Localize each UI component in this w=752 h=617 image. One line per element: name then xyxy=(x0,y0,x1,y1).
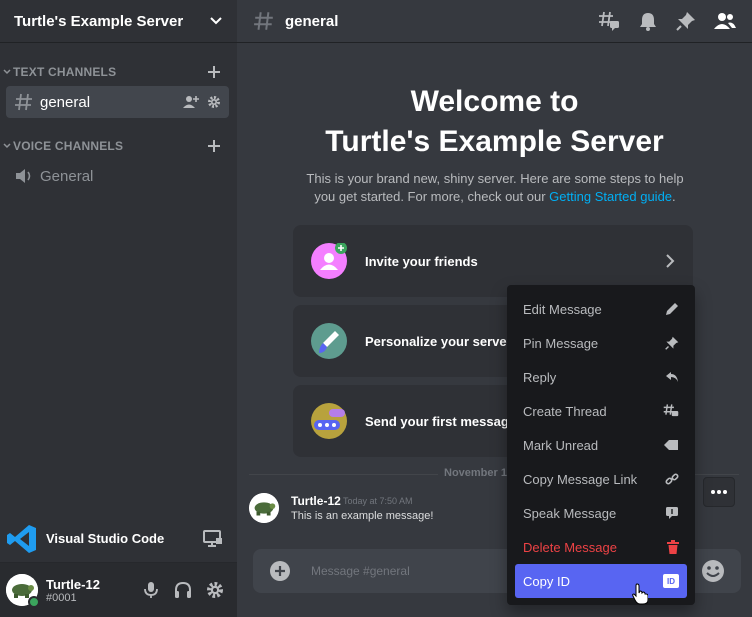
menu-item-label: Delete Message xyxy=(523,539,617,555)
menu-item-create-thread[interactable]: Create Thread xyxy=(515,394,687,428)
vscode-logo-icon xyxy=(6,523,38,555)
deafen-button[interactable] xyxy=(167,574,199,606)
pin-icon xyxy=(665,336,679,350)
menu-item-label: Edit Message xyxy=(523,301,602,317)
message-content: This is an example message! xyxy=(291,510,434,522)
chevron-down-icon xyxy=(3,142,11,150)
channel-name: General xyxy=(40,167,94,185)
sidebar-item-general[interactable]: general xyxy=(6,86,229,118)
menu-item-label: Reply xyxy=(523,369,557,385)
card-label: Invite your friends xyxy=(365,253,478,269)
welcome-desc-end: . xyxy=(672,189,676,204)
pencil-icon xyxy=(665,302,679,316)
link-icon xyxy=(665,472,679,486)
microphone-icon xyxy=(144,581,158,599)
chevron-down-icon xyxy=(3,68,11,76)
add-channel-icon[interactable] xyxy=(207,139,221,153)
pin-icon[interactable] xyxy=(676,11,696,31)
server-name: Turtle's Example Server xyxy=(14,12,184,30)
gear-icon xyxy=(206,581,224,599)
activity-app-name: Visual Studio Code xyxy=(46,531,165,546)
menu-item-mark-unread[interactable]: Mark Unread xyxy=(515,428,687,462)
trash-icon xyxy=(667,540,679,554)
menu-item-copy-id[interactable]: Copy ID ID xyxy=(515,564,687,598)
invite-friends-icon xyxy=(311,243,347,279)
menu-item-edit-message[interactable]: Edit Message xyxy=(515,292,687,326)
avatar[interactable] xyxy=(249,493,279,523)
more-options-button[interactable] xyxy=(703,477,735,507)
date-divider-label: November 1 xyxy=(438,467,513,479)
menu-item-label: Copy Message Link xyxy=(523,471,638,487)
menu-item-delete-message[interactable]: Delete Message xyxy=(515,530,687,564)
menu-item-reply[interactable]: Reply xyxy=(515,360,687,394)
hashtag-icon xyxy=(14,92,34,112)
menu-item-label: Pin Message xyxy=(523,335,599,351)
mark-unread-icon xyxy=(663,439,679,451)
threads-icon[interactable] xyxy=(598,11,620,31)
speak-icon xyxy=(665,506,679,520)
menu-item-label: Create Thread xyxy=(523,403,607,419)
menu-item-speak-message[interactable]: Speak Message xyxy=(515,496,687,530)
channel-name: general xyxy=(40,93,91,111)
menu-item-label: Mark Unread xyxy=(523,437,599,453)
voice-channels-label: VOICE CHANNELS xyxy=(13,139,124,153)
bell-icon[interactable] xyxy=(638,11,658,31)
hand-cursor-icon xyxy=(632,583,648,605)
create-invite-icon[interactable] xyxy=(183,95,199,109)
channel-header: general xyxy=(237,0,752,43)
menu-item-copy-message-link[interactable]: Copy Message Link xyxy=(515,462,687,496)
member-list-icon[interactable] xyxy=(714,11,736,31)
text-channels-label: TEXT CHANNELS xyxy=(13,65,117,79)
speaker-icon xyxy=(14,167,34,185)
id-icon: ID xyxy=(663,574,679,588)
channel-title: general xyxy=(285,12,339,30)
chevron-down-icon xyxy=(209,16,223,26)
ellipsis-icon xyxy=(711,490,727,494)
welcome-title-line2: Turtle's Example Server xyxy=(325,125,664,158)
gear-icon[interactable] xyxy=(207,95,221,109)
user-panel: Turtle-12 #0001 xyxy=(0,563,237,617)
reply-icon xyxy=(665,371,679,383)
menu-item-label: Speak Message xyxy=(523,505,617,521)
chevron-right-icon xyxy=(665,254,675,268)
status-online-indicator xyxy=(28,596,40,608)
text-channels-category[interactable]: TEXT CHANNELS xyxy=(0,62,237,82)
mute-button[interactable] xyxy=(135,574,167,606)
voice-channels-category[interactable]: VOICE CHANNELS xyxy=(0,136,237,156)
sidebar-item-voice-general[interactable]: General xyxy=(6,160,229,192)
hashtag-icon xyxy=(253,10,275,32)
welcome-description: This is your brand new, shiny server. He… xyxy=(300,170,690,206)
screen-share-icon[interactable] xyxy=(203,529,223,548)
thread-icon xyxy=(663,403,679,419)
avatar[interactable] xyxy=(6,574,40,608)
add-attachment-icon[interactable] xyxy=(269,560,291,582)
user-name: Turtle-12 xyxy=(46,576,100,592)
message-context-menu: Edit Message Pin Message Reply Create Th… xyxy=(507,285,695,605)
personalize-brush-icon xyxy=(311,323,347,359)
welcome-title-line1: Welcome to xyxy=(410,85,579,118)
first-message-icon xyxy=(311,403,347,439)
channel-sidebar: Turtle's Example Server TEXT CHANNELS ge… xyxy=(0,0,237,617)
user-settings-button[interactable] xyxy=(199,574,231,606)
message-author[interactable]: Turtle-12 xyxy=(291,494,341,508)
getting-started-link[interactable]: Getting Started guide xyxy=(549,189,672,204)
headphones-icon xyxy=(174,581,192,599)
activity-bar: Visual Studio Code xyxy=(0,515,237,563)
menu-item-pin-message[interactable]: Pin Message xyxy=(515,326,687,360)
server-header[interactable]: Turtle's Example Server xyxy=(0,0,237,43)
add-channel-icon[interactable] xyxy=(207,65,221,79)
user-tag: #0001 xyxy=(46,591,77,604)
message-timestamp: Today at 7:50 AM xyxy=(343,496,413,506)
emoji-icon[interactable] xyxy=(701,559,725,583)
